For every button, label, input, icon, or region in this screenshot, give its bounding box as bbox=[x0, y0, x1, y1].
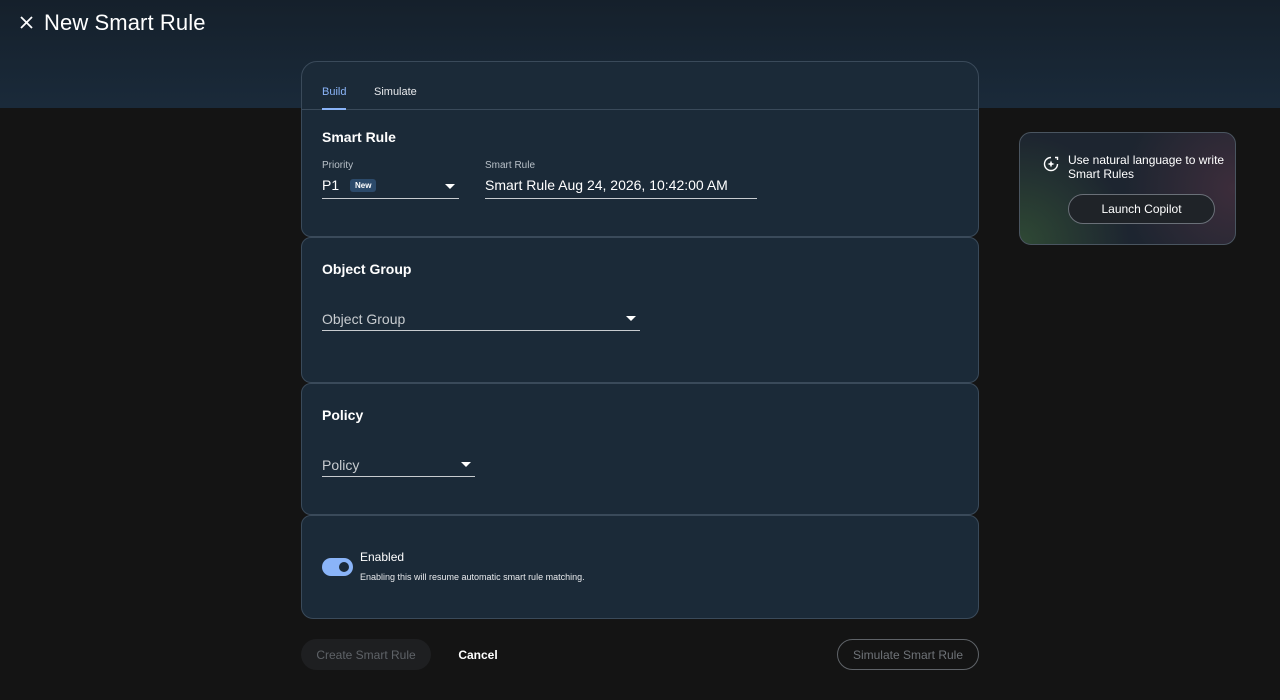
priority-value: P1 bbox=[322, 177, 340, 193]
caret-down-icon bbox=[461, 462, 471, 467]
enabled-label: Enabled bbox=[360, 550, 405, 564]
toggle-knob bbox=[339, 562, 349, 572]
tab-bar: Build Simulate bbox=[302, 62, 978, 110]
page-header: New Smart Rule bbox=[0, 0, 1280, 48]
create-smart-rule-button[interactable]: Create Smart Rule bbox=[301, 639, 431, 670]
smart-rule-name-label: Smart Rule bbox=[485, 160, 536, 171]
new-badge: New bbox=[350, 179, 377, 192]
object-group-select[interactable]: Object Group bbox=[322, 307, 640, 331]
copilot-description: Use natural language to write Smart Rule… bbox=[1068, 153, 1225, 181]
enabled-toggle[interactable] bbox=[322, 558, 353, 576]
close-icon[interactable] bbox=[16, 12, 38, 34]
object-group-card: Object Group Object Group bbox=[301, 237, 979, 383]
priority-select[interactable]: P1 New bbox=[322, 175, 459, 199]
policy-select[interactable]: Policy bbox=[322, 453, 475, 477]
caret-down-icon bbox=[626, 316, 636, 321]
policy-card: Policy Policy bbox=[301, 383, 979, 515]
page-title: New Smart Rule bbox=[44, 10, 206, 35]
tab-simulate[interactable]: Simulate bbox=[374, 86, 417, 110]
enabled-card: Enabled Enabling this will resume automa… bbox=[301, 515, 979, 619]
copilot-panel: Use natural language to write Smart Rule… bbox=[1019, 132, 1236, 245]
smart-rule-name-input[interactable]: Smart Rule Aug 24, 2026, 10:42:00 AM bbox=[485, 175, 757, 199]
policy-placeholder: Policy bbox=[322, 457, 360, 473]
section-title-smart-rule: Smart Rule bbox=[322, 129, 396, 145]
enabled-description: Enabling this will resume automatic smar… bbox=[360, 572, 585, 582]
cancel-button[interactable]: Cancel bbox=[447, 639, 509, 670]
section-title-object-group: Object Group bbox=[322, 261, 412, 277]
caret-down-icon bbox=[445, 184, 455, 189]
simulate-smart-rule-button[interactable]: Simulate Smart Rule bbox=[837, 639, 979, 670]
tab-build[interactable]: Build bbox=[322, 86, 347, 110]
copilot-sparkle-icon bbox=[1042, 155, 1060, 173]
smart-rule-name-value: Smart Rule Aug 24, 2026, 10:42:00 AM bbox=[485, 177, 728, 193]
smart-rule-card: Build Simulate Smart Rule Priority P1 Ne… bbox=[301, 61, 979, 237]
object-group-placeholder: Object Group bbox=[322, 311, 406, 327]
launch-copilot-button[interactable]: Launch Copilot bbox=[1068, 194, 1215, 224]
priority-label: Priority bbox=[322, 160, 354, 171]
section-title-policy: Policy bbox=[322, 407, 364, 423]
